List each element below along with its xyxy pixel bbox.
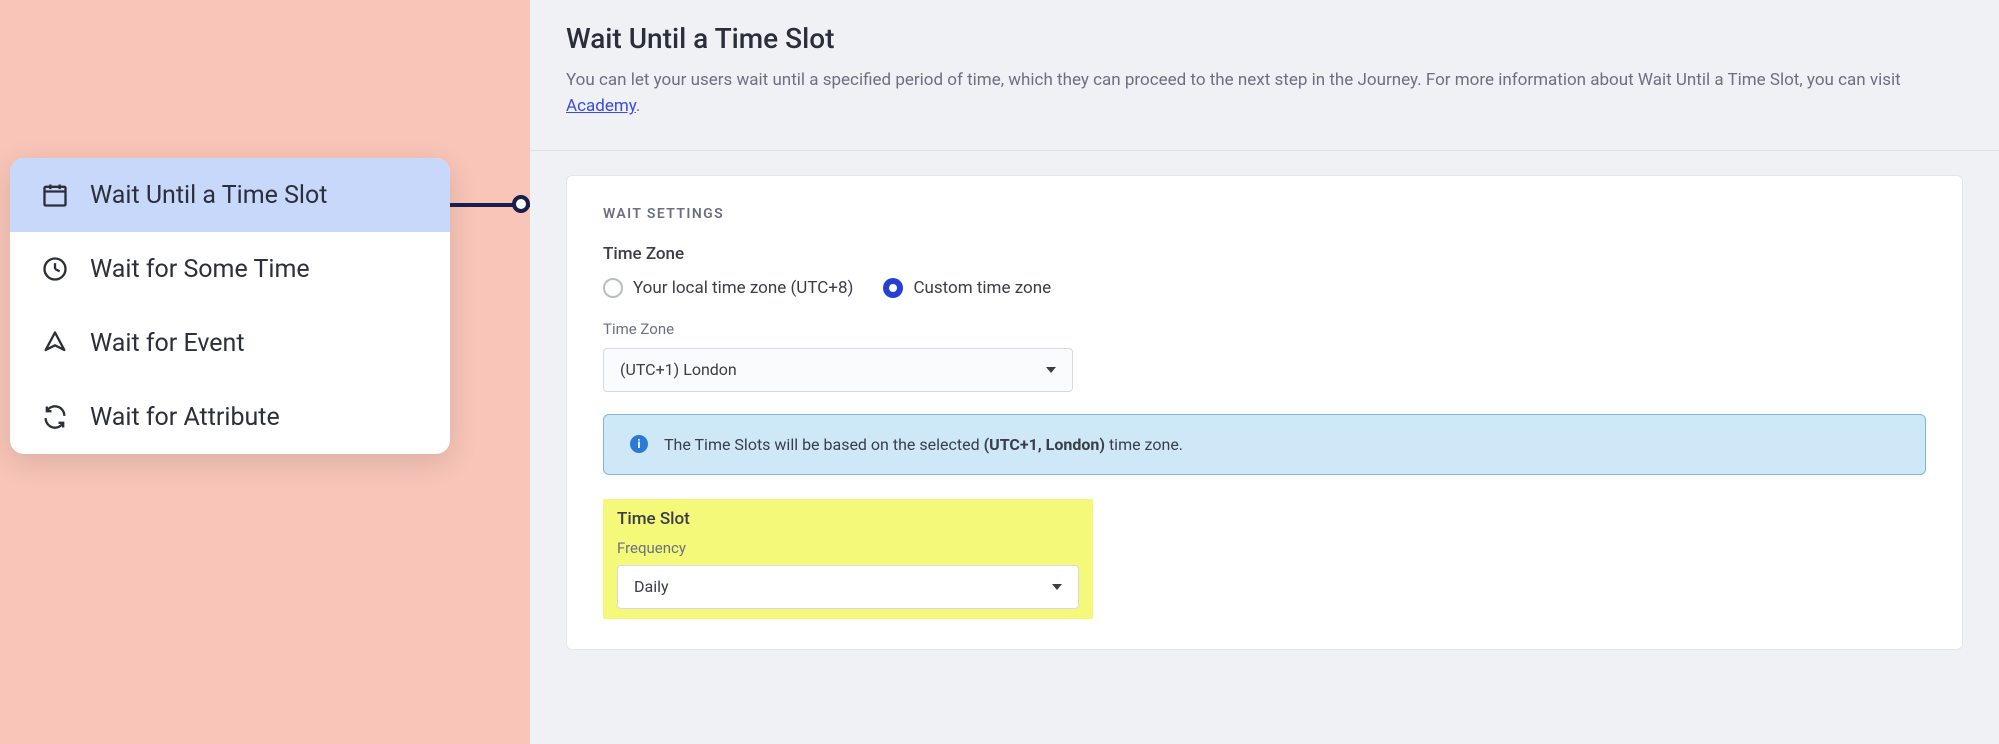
left-panel: Wait Until a Time Slot Wait for Some Tim… — [0, 0, 530, 744]
radio-local-timezone[interactable]: Your local time zone (UTC+8) — [603, 278, 853, 298]
radio-custom-timezone[interactable]: Custom time zone — [883, 278, 1051, 298]
time-slot-highlight: Time Slot Frequency Daily — [603, 499, 1093, 619]
section-label: WAIT SETTINGS — [603, 206, 1926, 222]
timezone-radio-group: Your local time zone (UTC+8) Custom time… — [603, 278, 1926, 298]
calendar-icon — [40, 180, 70, 210]
timezone-sub-label: Time Zone — [603, 320, 1926, 338]
clock-icon — [40, 254, 70, 284]
menu-item-label: Wait for Attribute — [90, 403, 280, 432]
frequency-select-value: Daily — [634, 577, 669, 596]
frequency-label: Frequency — [617, 539, 1079, 557]
frequency-select[interactable]: Daily — [617, 565, 1079, 609]
timezone-select[interactable]: (UTC+1) London — [603, 348, 1073, 392]
pointer-icon — [40, 328, 70, 358]
chevron-down-icon — [1046, 367, 1056, 373]
desc-suffix: . — [636, 96, 640, 116]
connector-dot — [512, 195, 530, 213]
page-title: Wait Until a Time Slot — [566, 22, 1963, 55]
wait-settings-card: WAIT SETTINGS Time Zone Your local time … — [566, 175, 1963, 650]
refresh-icon — [40, 402, 70, 432]
chevron-down-icon — [1052, 584, 1062, 590]
wait-menu-card: Wait Until a Time Slot Wait for Some Tim… — [10, 158, 450, 454]
menu-item-label: Wait for Event — [90, 329, 245, 358]
page-description: You can let your users wait until a spec… — [566, 67, 1963, 120]
timezone-select-value: (UTC+1) London — [620, 360, 737, 379]
desc-text: You can let your users wait until a spec… — [566, 70, 1901, 90]
menu-item-wait-event[interactable]: Wait for Event — [10, 306, 450, 380]
header-section: Wait Until a Time Slot You can let your … — [530, 0, 1999, 151]
menu-item-wait-some-time[interactable]: Wait for Some Time — [10, 232, 450, 306]
menu-item-wait-time-slot[interactable]: Wait Until a Time Slot — [10, 158, 450, 232]
timezone-field-label: Time Zone — [603, 244, 1926, 264]
menu-item-label: Wait Until a Time Slot — [90, 181, 327, 210]
radio-label: Custom time zone — [913, 278, 1051, 298]
radio-circle-selected — [883, 278, 903, 298]
timeslot-label: Time Slot — [617, 509, 1079, 529]
right-panel: Wait Until a Time Slot You can let your … — [530, 0, 1999, 744]
radio-circle-unselected — [603, 278, 623, 298]
radio-label: Your local time zone (UTC+8) — [633, 278, 853, 298]
info-text: The Time Slots will be based on the sele… — [664, 435, 1183, 454]
menu-item-label: Wait for Some Time — [90, 255, 310, 284]
academy-link[interactable]: Academy — [566, 96, 636, 116]
info-icon: i — [630, 435, 648, 453]
menu-item-wait-attribute[interactable]: Wait for Attribute — [10, 380, 450, 454]
timezone-info-banner: i The Time Slots will be based on the se… — [603, 414, 1926, 475]
